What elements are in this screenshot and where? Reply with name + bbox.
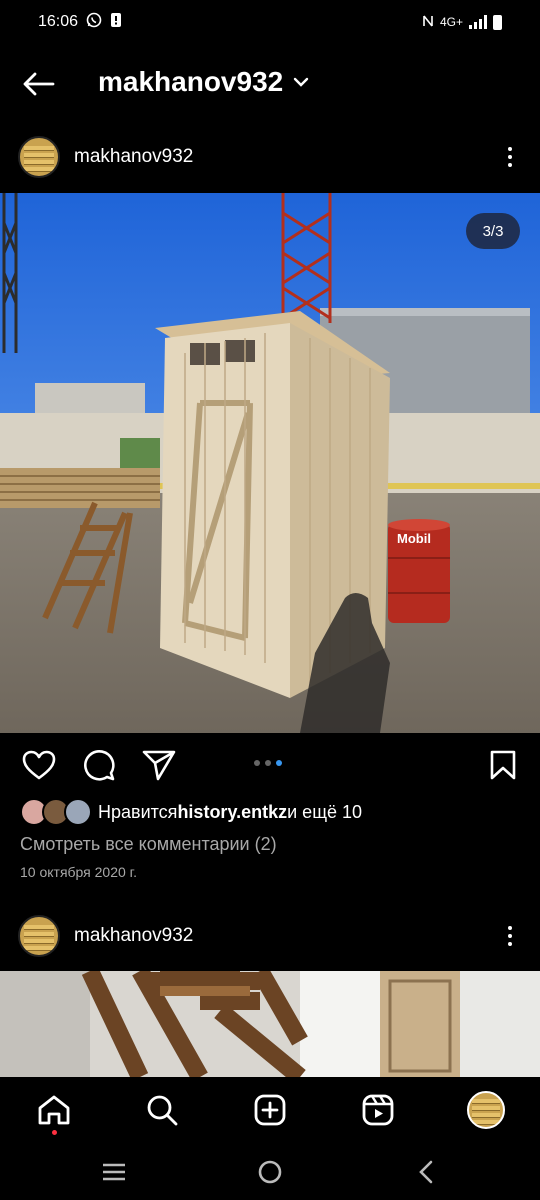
post-photo[interactable]: Mobil 3/3 (0, 193, 540, 733)
comment-button[interactable] (80, 746, 118, 784)
carousel-dot (265, 760, 271, 766)
nav-profile-button[interactable] (465, 1089, 507, 1131)
system-home-button[interactable] (256, 1159, 284, 1185)
profile-top-bar: makhanov932 (0, 44, 540, 124)
arrow-left-icon (23, 72, 55, 96)
system-navigation-bar (0, 1143, 540, 1200)
status-bar: 16:06 4G+ (0, 0, 540, 44)
page-title: makhanov932 (98, 66, 284, 97)
carousel-dot (254, 760, 260, 766)
likes-prefix: Нравится (98, 801, 178, 822)
home-icon (38, 1095, 70, 1125)
liker-username[interactable]: history.entkz (177, 802, 287, 823)
back-button[interactable] (18, 66, 58, 102)
avatar (64, 798, 92, 826)
recent-apps-button[interactable] (100, 1159, 128, 1185)
barrel-label: Mobil (397, 531, 431, 546)
save-button[interactable] (484, 746, 522, 784)
comment-icon (84, 750, 115, 781)
nfc-icon (422, 14, 434, 31)
carousel-indicator (254, 760, 282, 766)
likes-summary[interactable]: Нравится history.entkz и ещё 10 (20, 796, 362, 828)
notification-dot (52, 1130, 57, 1135)
nav-create-button[interactable] (249, 1089, 291, 1131)
avatar (467, 1091, 505, 1129)
liker-avatars (20, 798, 92, 826)
more-vertical-icon (508, 926, 512, 930)
nav-search-button[interactable] (141, 1089, 183, 1131)
heart-icon (22, 750, 56, 780)
view-comments-link[interactable]: Смотреть все комментарии (2) (20, 834, 277, 855)
nav-reels-button[interactable] (357, 1089, 399, 1131)
network-type: 4G+ (439, 15, 463, 29)
more-options-button[interactable] (504, 141, 516, 173)
recent-apps-icon (103, 1163, 125, 1181)
post-username[interactable]: makhanov932 (74, 146, 193, 168)
bottom-navigation (0, 1077, 540, 1143)
reels-icon (362, 1094, 394, 1126)
signal-icon (469, 15, 487, 29)
post-actions (0, 740, 540, 790)
post-header: makhanov932 (0, 127, 540, 187)
post-photo[interactable] (0, 971, 540, 1077)
more-vertical-icon (508, 147, 512, 151)
avatar[interactable] (18, 136, 60, 178)
post-date: 10 октября 2020 г. (20, 864, 137, 880)
post-header: makhanov932 (0, 906, 540, 966)
circle-home-icon (258, 1160, 282, 1184)
chevron-down-icon (294, 77, 309, 87)
alert-icon (110, 12, 122, 33)
nav-home-button[interactable] (33, 1089, 75, 1131)
whatsapp-icon (86, 12, 102, 33)
furniture-photo (0, 971, 540, 1077)
bookmark-icon (490, 750, 516, 780)
post-username[interactable]: makhanov932 (74, 925, 193, 947)
plus-square-icon (254, 1094, 286, 1126)
avatar[interactable] (18, 915, 60, 957)
status-time: 16:06 (38, 13, 79, 30)
send-icon (142, 750, 176, 781)
search-icon (147, 1095, 178, 1126)
carousel-dot-active (276, 760, 282, 766)
system-back-button[interactable] (412, 1159, 440, 1185)
account-switcher[interactable]: makhanov932 (98, 66, 309, 98)
carousel-counter: 3/3 (466, 213, 520, 249)
like-button[interactable] (20, 746, 58, 784)
outhouse-photo: Mobil (0, 193, 540, 733)
battery-icon (493, 14, 502, 30)
share-button[interactable] (140, 746, 178, 784)
chevron-left-icon (419, 1160, 433, 1184)
more-options-button[interactable] (504, 920, 516, 952)
likes-suffix: и ещё 10 (287, 801, 363, 822)
